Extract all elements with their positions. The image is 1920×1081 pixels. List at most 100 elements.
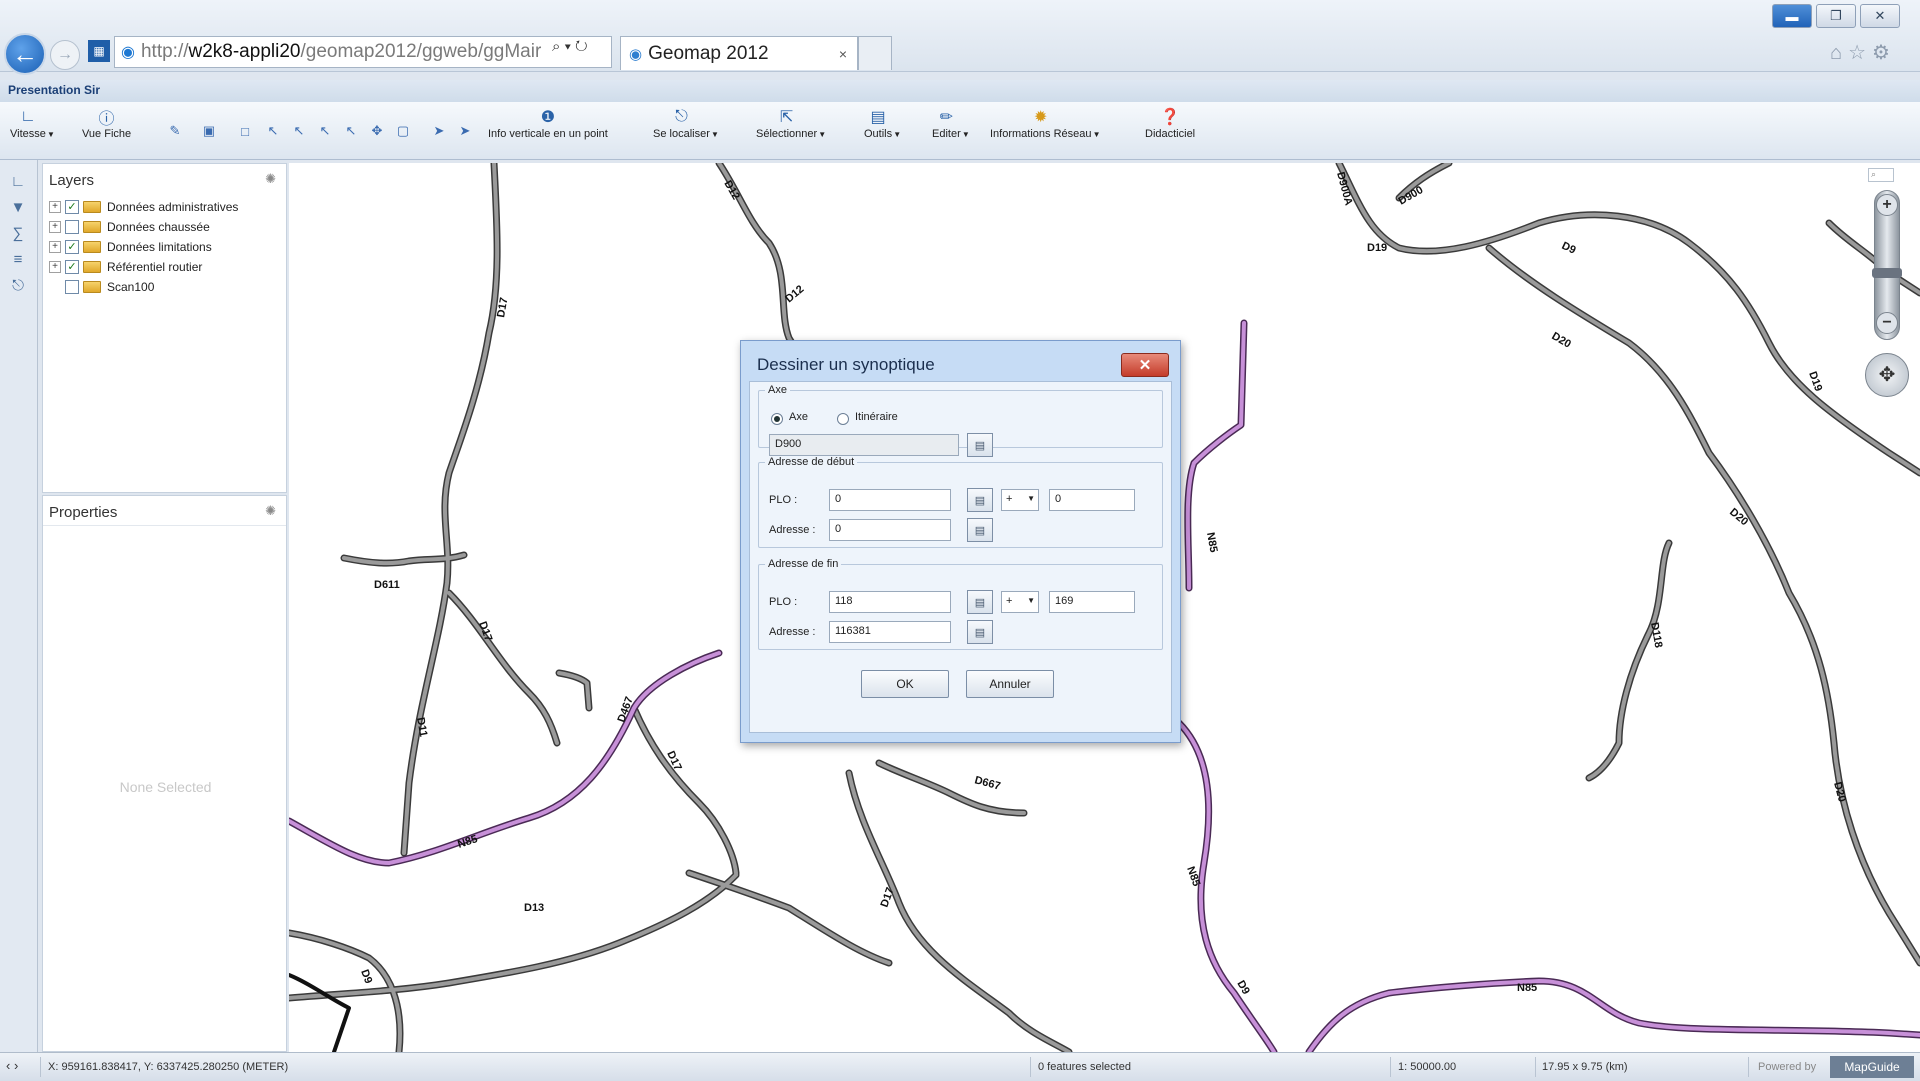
debut-adresse-input[interactable]: 0 [829, 519, 951, 541]
axis-icon[interactable]: ∑ [6, 222, 30, 244]
browser-home-favorites-tools-icons[interactable]: ⌂☆⚙ [1830, 40, 1896, 65]
minimize-button[interactable]: ▬ [1772, 4, 1812, 28]
fin-adresse-input[interactable]: 116381 [829, 621, 951, 643]
debut-offset-input[interactable]: 0 [1049, 489, 1135, 511]
filter-icon[interactable]: ▼ [6, 196, 30, 218]
map-road-label: D611 [374, 579, 400, 591]
fin-offset-input[interactable]: 169 [1049, 591, 1135, 613]
folder-icon [83, 281, 101, 293]
chevron-down-icon: ▼ [1027, 494, 1035, 503]
selectionner-button[interactable]: ⇱ Sélectionner ▼ [756, 106, 826, 140]
zoom-in-button[interactable]: + [1876, 194, 1898, 216]
zoom-out-button[interactable]: − [1876, 312, 1898, 334]
list-icon[interactable]: ≡ [6, 248, 30, 270]
zoom-prev-icon[interactable]: ↖ [316, 122, 334, 140]
debut-adresse-pick-button[interactable]: ▤ [967, 518, 993, 542]
arrow-right-icon: → [57, 46, 73, 63]
coords-readout: X: 959161.838417, Y: 6337425.280250 (MET… [48, 1061, 289, 1073]
address-bar[interactable]: ◉ http://w2k8-appli20/geomap2012/ggweb/g… [114, 36, 612, 68]
se-localiser-button[interactable]: ⎋ Se localiser ▼ [653, 106, 719, 140]
editer-button[interactable]: ✏ Editer ▼ [932, 106, 970, 140]
radio-axe[interactable] [771, 413, 783, 425]
informations-reseau-button[interactable]: ✹ Informations Réseau ▼ [990, 106, 1101, 140]
nav-arrows-icon[interactable]: ‹ › [6, 1058, 18, 1073]
layer-item[interactable]: + ✓ Données administratives [49, 198, 238, 216]
dialog-close-button[interactable]: ✕ [1121, 353, 1169, 377]
magnifier-icon[interactable]: ⌕ [1868, 168, 1894, 182]
dialog-body: Axe Axe Itinéraire D900 ▤ Adresse de déb… [749, 381, 1172, 733]
map-road-label: N85 [1204, 531, 1219, 553]
editer-label: Editer [932, 128, 961, 140]
expand-icon[interactable]: + [49, 241, 61, 253]
fin-sign-select[interactable]: + ▼ [1001, 591, 1039, 613]
url-host: w2k8-appli20 [188, 41, 301, 62]
layer-label: Données limitations [107, 240, 212, 254]
forward-button[interactable]: → [50, 40, 80, 70]
fin-plo-pick-button[interactable]: ▤ [967, 590, 993, 614]
layer-item[interactable]: Scan100 [65, 278, 154, 296]
didacticiel-button[interactable]: ❓ Didacticiel [1145, 106, 1195, 140]
axe-field[interactable]: D900 [769, 434, 959, 456]
map-road-label: N85 [456, 833, 479, 851]
select-icon[interactable]: ➤ [430, 122, 448, 140]
debut-sign-select[interactable]: + ▼ [1001, 489, 1039, 511]
debut-plo-pick-button[interactable]: ▤ [967, 488, 993, 512]
address-tools[interactable]: ⌕ ▾ ↻ [552, 38, 588, 55]
mapguide-logo: MapGuide [1830, 1056, 1914, 1078]
zoom-out-icon[interactable]: ↖ [290, 122, 308, 140]
outils-button[interactable]: ▤ Outils ▼ [864, 106, 901, 140]
save-icon[interactable]: ▣ [200, 122, 218, 140]
url-prefix: http:// [140, 41, 189, 62]
layer-checkbox[interactable] [65, 280, 79, 294]
map-road-label: D20 [1550, 330, 1573, 350]
edit-icon[interactable]: ✎ [166, 122, 184, 140]
ok-button[interactable]: OK [861, 670, 949, 698]
layer-checkbox[interactable] [65, 220, 79, 234]
close-window-button[interactable]: ✕ [1860, 4, 1900, 28]
layer-checkbox[interactable]: ✓ [65, 240, 79, 254]
fin-adresse-pick-button[interactable]: ▤ [967, 620, 993, 644]
radio-itineraire-label: Itinéraire [855, 411, 898, 423]
vitesse-button[interactable]: ∟ Vitesse ▼ [10, 106, 55, 140]
tab-geomap[interactable]: ◉ Geomap 2012 × [620, 36, 858, 70]
vitesse-icon[interactable]: ∟ [6, 170, 30, 192]
pan-arrows-icon[interactable]: ✥ [1865, 353, 1909, 397]
vue-fiche-button[interactable]: ⓘ Vue Fiche [82, 106, 131, 140]
zoom-rect-icon[interactable]: □ [236, 122, 254, 140]
radio-itineraire[interactable] [837, 413, 849, 425]
annuler-button[interactable]: Annuler [966, 670, 1054, 698]
expand-icon[interactable]: + [49, 201, 61, 213]
expand-icon[interactable]: + [49, 221, 61, 233]
expand-icon[interactable]: + [49, 261, 61, 273]
layer-checkbox[interactable]: ✓ [65, 200, 79, 214]
info-verticale-button[interactable]: ❶ Info verticale en un point [488, 106, 608, 140]
layers-panel: Layers ✺ + ✓ Données administratives + Donn… [42, 163, 287, 493]
measure-icon[interactable]: ▢ [394, 122, 412, 140]
layer-item[interactable]: + ✓ Données limitations [49, 238, 212, 256]
zoom-slider-handle[interactable] [1872, 268, 1902, 278]
adresse-fin-fieldset: Adresse de fin PLO : 118 ▤ + ▼ 169 Adress… [758, 558, 1163, 650]
properties-panel: Properties ✺ None Selected [42, 495, 287, 1052]
back-button[interactable]: ← [4, 33, 46, 75]
tab-close-icon[interactable]: × [839, 46, 847, 62]
binoculars-icon[interactable]: ⎋ [6, 274, 30, 296]
pan-icon[interactable]: ✥ [368, 122, 386, 140]
folder-icon [83, 241, 101, 253]
zoom-in-icon[interactable]: ↖ [264, 122, 282, 140]
fin-plo-input[interactable]: 118 [829, 591, 951, 613]
adresse-debut-fieldset: Adresse de début PLO : 0 ▤ + ▼ 0 Adresse … [758, 456, 1163, 548]
layer-item[interactable]: + ✓ Référentiel routier [49, 258, 202, 276]
axe-pick-button[interactable]: ▤ [967, 433, 993, 457]
debut-plo-input[interactable]: 0 [829, 489, 951, 511]
maximize-button[interactable]: ❐ [1816, 4, 1856, 28]
pin-icon[interactable]: ✺ [265, 503, 276, 519]
select-multi-icon[interactable]: ➤ [456, 122, 474, 140]
new-tab-button[interactable] [858, 36, 892, 70]
layer-item[interactable]: + Données chaussée [49, 218, 210, 236]
list-icon: ▤ [974, 626, 986, 639]
layer-checkbox[interactable]: ✓ [65, 260, 79, 274]
pin-icon[interactable]: ✺ [265, 171, 276, 187]
zoom-next-icon[interactable]: ↖ [342, 122, 360, 140]
list-icon: ▤ [974, 439, 986, 452]
map-road-label: D17 [476, 620, 494, 643]
